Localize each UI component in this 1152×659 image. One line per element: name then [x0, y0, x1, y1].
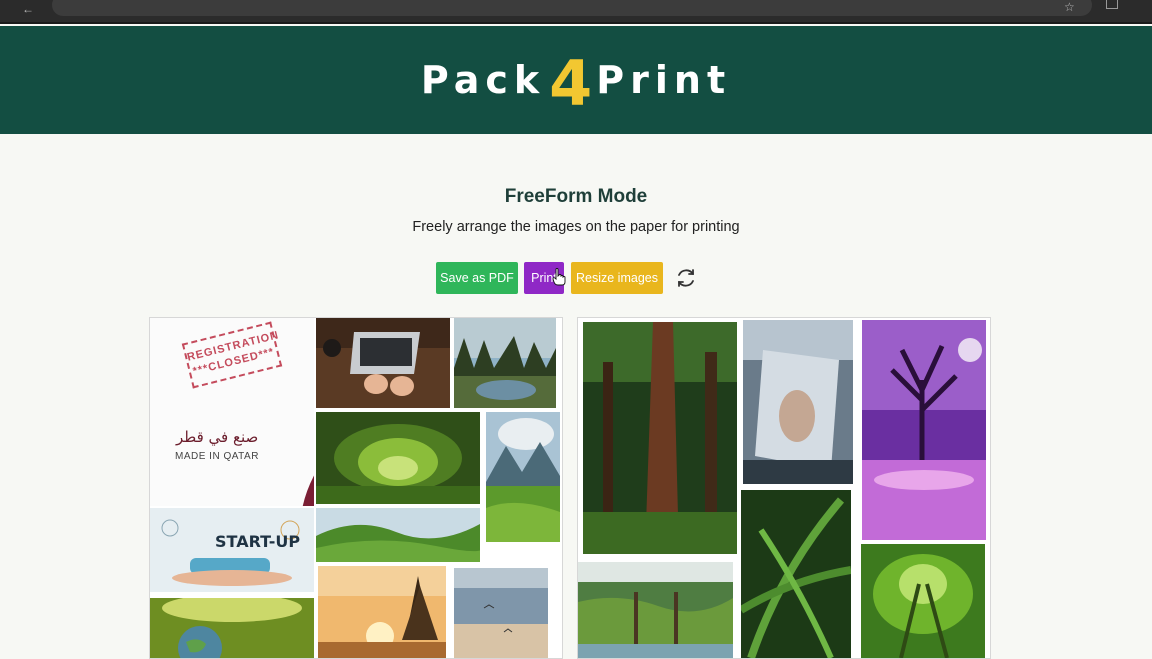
browser-bar: ← ☆ — [0, 0, 1152, 24]
purple-tree-image[interactable] — [862, 320, 986, 540]
site-header: Pack 4 Print — [0, 26, 1152, 134]
hands-tablet-image[interactable] — [743, 320, 853, 484]
sunset-tree-image[interactable] — [318, 566, 446, 658]
page-subtitle: Freely arrange the images on the paper f… — [412, 219, 740, 235]
page-title: FreeForm Mode — [504, 186, 648, 207]
globe-grass-image[interactable] — [150, 598, 314, 658]
logo-word-print: Print — [596, 58, 732, 102]
startup-image[interactable]: START-UP — [150, 508, 314, 592]
hand-cursor-icon — [552, 268, 566, 286]
registration-closed-image[interactable]: REGISTRATION ***CLOSED*** صنع في قطر MAD… — [150, 318, 314, 506]
registration-stamp: REGISTRATION ***CLOSED*** — [181, 321, 283, 389]
forest-lake-image[interactable] — [578, 562, 733, 658]
laptop-image[interactable] — [316, 318, 450, 408]
mountain-valley-image[interactable] — [486, 412, 560, 542]
refresh-icon[interactable] — [674, 266, 698, 290]
redwood-forest-image[interactable] — [583, 322, 737, 554]
logo-word-pack: Pack — [420, 58, 546, 102]
save-pdf-button[interactable]: Save as PDF — [436, 262, 518, 294]
made-in-qatar-english: MADE IN QATAR — [175, 451, 259, 462]
green-forest-image[interactable] — [316, 412, 480, 504]
lake-forest-image[interactable] — [454, 318, 556, 408]
window-button-icon[interactable] — [1106, 0, 1118, 9]
logo[interactable]: Pack 4 Print — [0, 26, 1152, 134]
green-hills-image[interactable] — [316, 508, 480, 562]
back-arrow-icon[interactable]: ← — [22, 2, 34, 16]
startup-text: START-UP — [215, 532, 301, 551]
address-bar[interactable] — [52, 0, 1092, 16]
bookmark-star-icon[interactable]: ☆ — [1064, 0, 1075, 14]
logo-number: 4 — [549, 46, 593, 120]
qatar-logo-icon — [302, 475, 314, 506]
green-canopy-image[interactable] — [861, 544, 985, 658]
made-in-qatar-arabic: صنع في قطر — [176, 428, 259, 446]
ferns-image[interactable] — [741, 490, 851, 658]
resize-images-button[interactable]: Resize images — [571, 262, 663, 294]
beach-birds-image[interactable] — [454, 568, 548, 658]
paper-page-left[interactable]: REGISTRATION ***CLOSED*** صنع في قطر MAD… — [149, 317, 563, 659]
paper-page-right[interactable] — [577, 317, 991, 659]
